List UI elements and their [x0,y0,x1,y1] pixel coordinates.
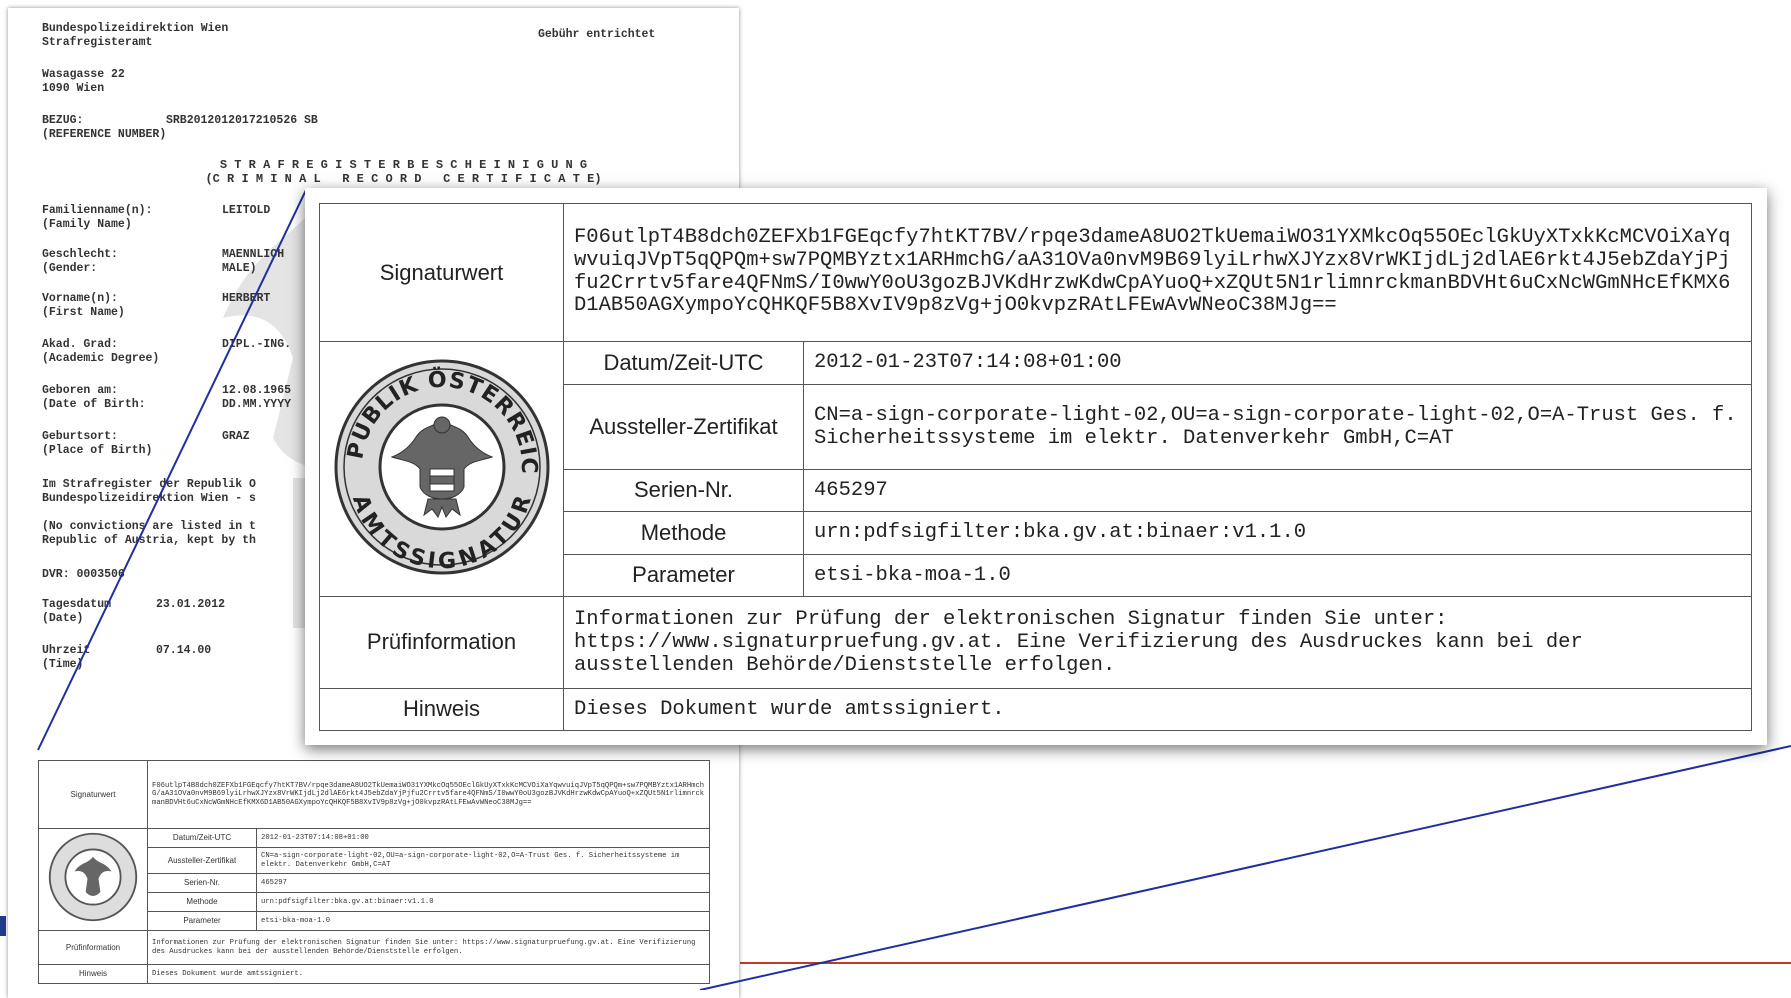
statement-en-line-2: Republic of Austria, kept by th [42,534,256,547]
small-row-label: Datum/Zeit-UTC [147,828,257,848]
small-row-label: Serien-Nr. [147,873,257,893]
row-label-methode: Methode [563,511,804,555]
authority-line-1: Bundespolizeidirektion Wien [42,22,229,35]
row-label-parameter: Parameter [563,553,804,598]
signature-block-zoomed: Signaturwert F06utlpT4B8dch0ZEFXb1FGEqcf… [305,188,1767,745]
date-value: 23.01.2012 [156,598,226,611]
field-label: Akad. Grad: [42,338,118,351]
field-value: HERBERT [222,292,271,305]
small-signaturwert-label: Signaturwert [38,760,148,829]
small-pruef-value: Informationen zur Prüfung der elektronis… [147,930,710,965]
row-value-methode: urn:pdfsigfilter:bka.gv.at:binaer:v1.1.0 [803,511,1752,555]
field-value: DIPL.-ING. [222,338,292,351]
field-label-en: (Date of Birth: [42,398,146,411]
hinweis-label: Hinweis [319,687,564,731]
small-row-label: Parameter [147,911,257,931]
date-label: Tagesdatum [42,598,112,611]
field-value: MAENNLICH [222,248,285,261]
certificate-title-de: S T R A F R E G I S T E R B E S C H E I … [219,158,588,172]
reference-label-en: (REFERENCE NUMBER) [42,128,167,141]
address-line-1: Wasagasse 22 [42,68,125,81]
row-value-aussteller: CN=a-sign-corporate-light-02,OU=a-sign-c… [803,383,1752,470]
small-row-value: etsi-bka-moa-1.0 [256,911,710,931]
small-row-label: Aussteller-Zertifikat [147,847,257,874]
slide-edge-mark [0,916,6,936]
certificate-title-en: (C R I M I N A L R E C O R D C E R T I F… [205,172,602,186]
reference-label: BEZUG: [42,114,84,127]
small-hinweis-value: Dieses Dokument wurde amtssigniert. [147,964,710,984]
small-hinweis-label: Hinweis [38,964,148,984]
authority-line-2: Strafregisteramt [42,36,153,49]
small-seal-cell [38,828,148,931]
field-value: LEITOLD [222,204,271,217]
amtssignatur-seal-icon: REPUBLIK ÖSTERREICH AMTSSIGNATUR [322,338,549,575]
field-label-en: (Family Name) [42,218,132,231]
field-label: Vorname(n): [42,292,118,305]
field-label-en: (Gender: [42,262,98,275]
time-label-en: (Time) [42,658,84,671]
pruefinformation-value: Informationen zur Prüfung der elektronis… [563,596,1752,689]
pruefinformation-label: Prüfinformation [319,596,564,689]
field-label-en: (Academic Degree) [42,352,160,365]
statement-line-1: Im Strafregister der Republik O [42,478,256,491]
statement-line-2: Bundespolizeidirektion Wien - s [42,492,256,505]
time-label: Uhrzeit [42,644,91,657]
row-value-serien: 465297 [803,468,1752,513]
field-label-en: (First Name) [42,306,125,319]
statement-en-line-1: (No convictions are listed in t [42,520,256,533]
field-label: Familienname(n): [42,204,153,217]
signature-block-small: Signaturwert F06utlpT4B8dch0ZEFXb1FGEqcf… [38,760,710,998]
field-label: Geschlecht: [42,248,118,261]
signaturwert-label: Signaturwert [319,202,564,343]
row-label-aussteller: Aussteller-Zertifikat [563,383,804,470]
small-row-label: Methode [147,892,257,912]
small-row-value: 465297 [256,873,710,893]
date-label-en: (Date) [42,612,84,625]
fee-notice: Gebühr entrichtet [538,28,656,41]
zoom-line-right [699,745,1791,990]
small-row-value: CN=a-sign-corporate-light-02,OU=a-sign-c… [256,847,710,874]
field-value-2: MALE) [222,262,257,275]
field-label: Geboren am: [42,384,118,397]
row-value-parameter: etsi-bka-moa-1.0 [803,553,1752,598]
seal-cell: REPUBLIK ÖSTERREICH AMTSSIGNATUR [319,338,564,598]
field-label-en: (Place of Birth) [42,444,153,457]
row-label-datum: Datum/Zeit-UTC [563,341,804,385]
slide-divider-line [740,962,1791,964]
signaturwert-value: F06utlpT4B8dch0ZEFXb1FGEqcfy7htKT7BV/rpq… [563,202,1752,343]
field-label: Geburtsort: [42,430,118,443]
dvr-number: DVR: 0003506 [42,568,125,581]
amtssignatur-seal-small-icon [48,832,138,922]
field-value: GRAZ [222,430,250,443]
field-value: 12.08.1965 [222,384,292,397]
time-value: 07.14.00 [156,644,212,657]
address-line-2: 1090 Wien [42,82,105,95]
reference-value: SRB2012012017210526 SB [166,114,318,127]
small-row-value: 2012-01-23T07:14:08+01:00 [256,828,710,848]
row-label-serien: Serien-Nr. [563,468,804,513]
small-signaturwert-value: F06utlpT4B8dch0ZEFXb1FGEqcfy7htKT7BV/rpq… [147,760,710,829]
hinweis-value: Dieses Dokument wurde amtssigniert. [563,687,1752,731]
row-value-datum: 2012-01-23T07:14:08+01:00 [803,341,1752,385]
small-pruef-label: Prüfinformation [38,930,148,965]
field-value-2: DD.MM.YYYY [222,398,292,411]
small-row-value: urn:pdfsigfilter:bka.gv.at:binaer:v1.1.0 [256,892,710,912]
